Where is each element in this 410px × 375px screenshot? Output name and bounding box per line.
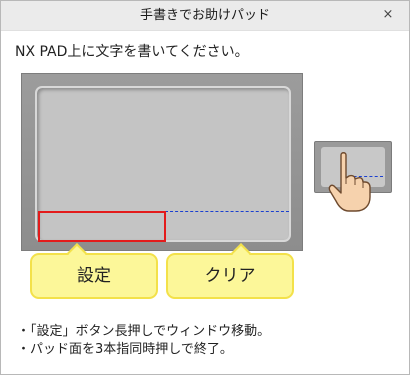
settings-zone-highlight[interactable] xyxy=(38,211,166,242)
window-title: 手書きでお助けパッド xyxy=(139,8,270,23)
usage-notes: ・「設定」ボタン長押しでウィンドウ移動。 ・パッド面を3本指同時押しで終了。 xyxy=(17,323,270,359)
settings-callout-label: 設定 xyxy=(77,266,111,286)
close-icon: × xyxy=(382,7,394,22)
nx-pad-frame xyxy=(21,73,303,251)
hand-pointer-icon xyxy=(328,152,371,212)
settings-callout: 設定 xyxy=(30,243,158,299)
title-bar[interactable]: 手書きでお助けパッド × xyxy=(1,1,409,31)
instruction-text: NX PAD上に文字を書いてください。 xyxy=(15,44,249,60)
clear-callout: クリア xyxy=(166,243,294,299)
helper-pad-window: 手書きでお助けパッド × NX PAD上に文字を書いてください。 設定 クリア … xyxy=(0,0,410,375)
close-button[interactable]: × xyxy=(375,5,401,25)
note-line: ・パッド面を3本指同時押しで終了。 xyxy=(17,342,233,357)
pad-writing-surface[interactable] xyxy=(35,86,291,242)
note-line: ・「設定」ボタン長押しでウィンドウ移動。 xyxy=(17,324,271,339)
clear-zone-dashed-divider xyxy=(165,211,289,212)
clear-callout-label: クリア xyxy=(204,266,256,286)
